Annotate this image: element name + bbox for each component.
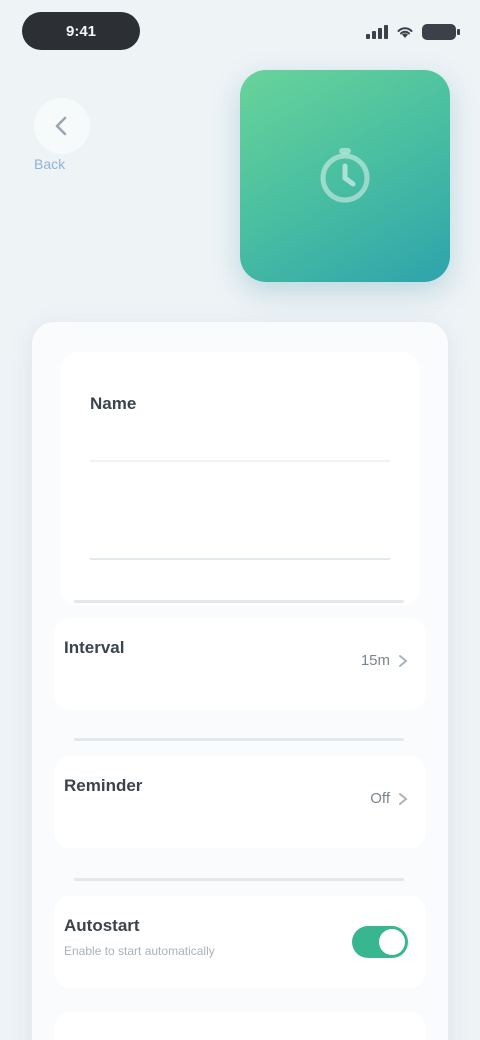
status-bar: 9:41 — [0, 0, 480, 64]
app-icon-tile — [240, 70, 450, 282]
back-link-label[interactable]: Back — [34, 156, 65, 172]
wifi-icon — [397, 27, 413, 38]
name-input-block: Name — [60, 352, 420, 606]
back-button[interactable] — [34, 98, 90, 154]
row-value: 15m — [361, 652, 408, 669]
divider — [74, 738, 404, 741]
divider — [74, 600, 404, 603]
status-time: 9:41 — [22, 12, 140, 50]
input-divider — [90, 460, 390, 462]
row-title: Interval — [64, 638, 125, 657]
timer-icon — [320, 148, 370, 203]
status-icons — [366, 20, 460, 44]
row-title: Reminder — [64, 776, 143, 795]
chevron-right-icon — [399, 792, 408, 805]
row-value-text: 15m — [360, 652, 390, 669]
settings-card: Name Interval 15m Reminder Off Autostart… — [32, 322, 448, 1040]
row-value-text: Off — [370, 790, 390, 807]
row-value: Off — [370, 790, 408, 807]
divider — [74, 878, 404, 881]
toggle-knob — [379, 929, 405, 955]
settings-row-partial[interactable] — [54, 1012, 426, 1040]
chevron-right-icon — [399, 654, 408, 667]
autostart-toggle[interactable] — [352, 926, 408, 958]
row-subtitle: Enable to start automatically — [64, 944, 215, 958]
chevron-left-icon — [55, 116, 67, 136]
input-title: Name — [90, 394, 137, 413]
settings-row-interval[interactable]: Interval 15m — [54, 618, 426, 710]
settings-row-reminder[interactable]: Reminder Off — [54, 756, 426, 848]
battery-icon — [422, 24, 460, 40]
row-title: Autostart — [64, 916, 140, 935]
name-input[interactable] — [90, 520, 390, 560]
signal-icon — [366, 25, 388, 39]
settings-row-autostart[interactable]: Autostart Enable to start automatically — [54, 896, 426, 988]
